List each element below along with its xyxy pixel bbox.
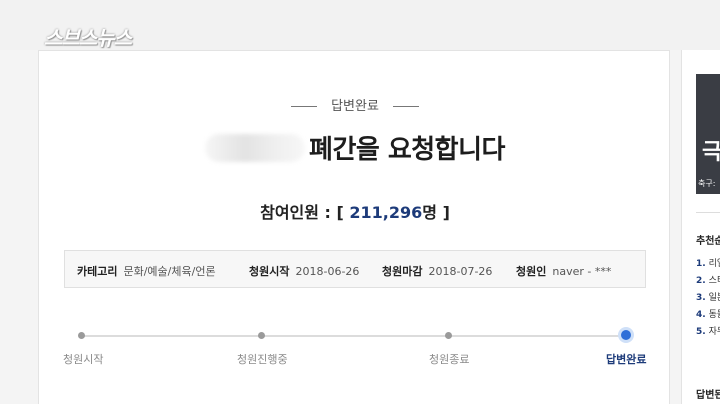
petition-info-box: 카테고리 문화/예술/체육/언론 청원시작 2018-06-26 청원마감 2018-… <box>64 250 646 288</box>
end-value: 2018-07-26 <box>428 265 493 278</box>
petition-card: 답변완료 폐간을 요청합니다 참여인원 : [ 211,296명 ] 카테고리 문… <box>38 50 670 404</box>
info-author: 청원인 naver - *** <box>516 263 611 279</box>
step-dot-3 <box>445 332 452 339</box>
status-text: 답변완료 <box>331 99 379 114</box>
category-label: 카테고리 <box>77 265 118 278</box>
list-item[interactable]: 5. 자두 <box>696 324 720 341</box>
step-label-3: 청원종료 <box>429 353 470 366</box>
list-item[interactable]: 2. 스티 <box>696 273 720 290</box>
list-item[interactable]: 1. 리얼 <box>696 256 720 273</box>
participants-count: 참여인원 : [ 211,296명 ] <box>39 199 671 223</box>
answered-title: 답변된 <box>696 390 720 401</box>
author-label: 청원인 <box>516 265 547 278</box>
left-dash <box>291 106 318 107</box>
start-value: 2018-06-26 <box>295 265 360 278</box>
info-end: 청원마감 2018-07-26 <box>382 263 492 279</box>
author-value: naver - *** <box>552 265 612 278</box>
step-dot-4-active <box>621 330 631 340</box>
participants-number: 211,296 <box>349 203 423 222</box>
category-value: 문화/예술/체육/언론 <box>123 265 216 278</box>
petition-title-row: 폐간을 요청합니다 <box>39 129 671 166</box>
participants-label: 참여인원 : [ <box>260 203 344 222</box>
petition-title: 폐간을 요청합니다 <box>309 135 505 165</box>
start-label: 청원시작 <box>249 265 290 278</box>
step-label-1: 청원시작 <box>63 353 104 366</box>
info-category: 카테고리 문화/예술/체육/언론 <box>77 263 216 279</box>
participants-unit: 명 ] <box>422 203 450 222</box>
step-label-2: 청원진행중 <box>237 353 288 366</box>
step-dot-1 <box>78 332 85 339</box>
watermark-logo: 스브스뉴스 <box>44 26 132 50</box>
status-heading: 답변완료 <box>39 95 671 114</box>
info-start: 청원시작 2018-06-26 <box>249 263 359 279</box>
blurred-title-part <box>205 133 306 162</box>
step-label-4: 답변완료 <box>606 353 647 366</box>
recommend-title: 추천순 <box>696 236 720 247</box>
top-bar: 스브스뉴스 <box>0 0 720 50</box>
step-dot-2 <box>258 332 265 339</box>
banner-caption: 축구: <box>698 179 716 188</box>
right-dash <box>392 106 419 107</box>
progress-track <box>81 335 627 337</box>
list-item[interactable]: 3. 일본 <box>696 290 720 307</box>
banner-thumbnail[interactable]: 극 축구: <box>696 74 720 194</box>
end-label: 청원마감 <box>382 265 423 278</box>
sidebar-divider <box>696 212 720 213</box>
banner-text: 극 <box>702 134 720 166</box>
recommend-list: 1. 리얼 2. 스티 3. 일본 4. 동물 5. 자두 <box>696 256 720 341</box>
list-item[interactable]: 4. 동물 <box>696 307 720 324</box>
right-sidebar: 극 축구: 추천순 1. 리얼 2. 스티 3. 일본 4. 동물 5. 자두 … <box>681 50 720 404</box>
